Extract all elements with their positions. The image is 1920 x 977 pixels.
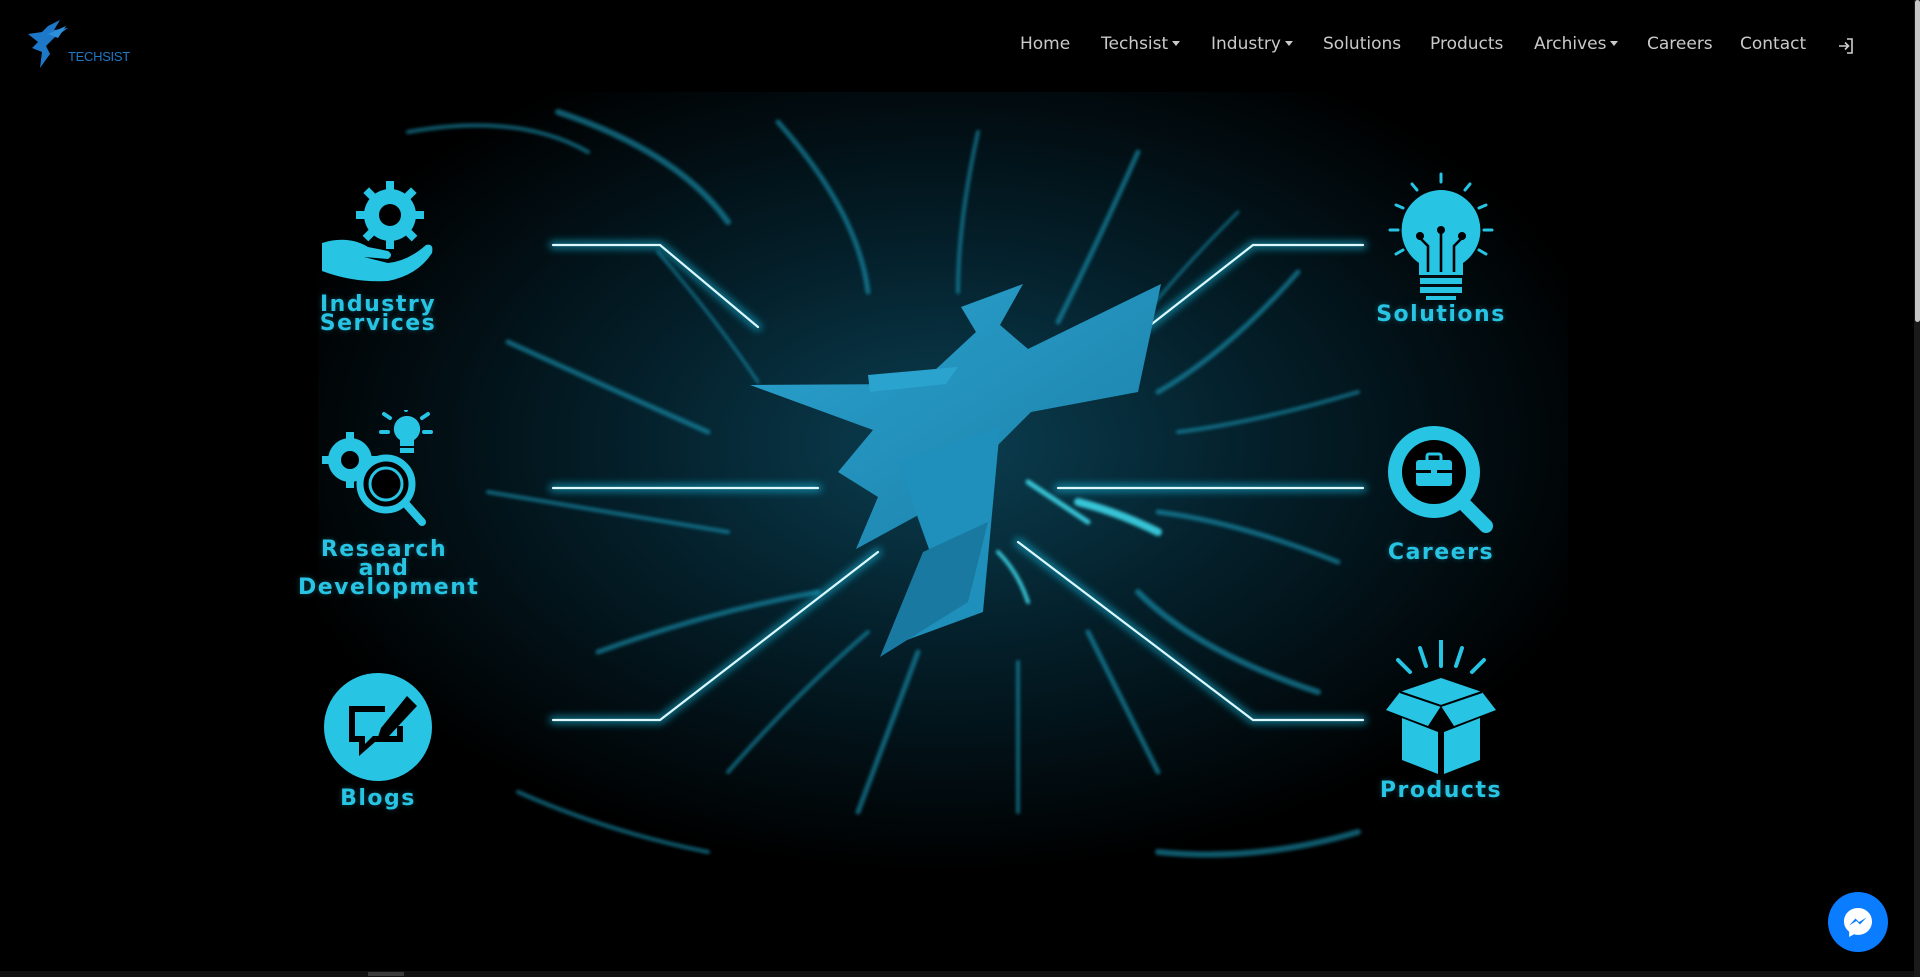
tile-blogs[interactable]: Blogs: [323, 672, 433, 832]
tile-label: Careers: [1387, 540, 1495, 565]
nav-contact[interactable]: Contact: [1740, 34, 1806, 54]
tile-research-development[interactable]: Research and Development: [298, 402, 478, 599]
nav-home[interactable]: Home: [1020, 34, 1070, 54]
tile-careers[interactable]: Careers: [1376, 422, 1506, 572]
nav-solutions[interactable]: Solutions: [1323, 34, 1401, 54]
tile-label: Industry Services: [319, 292, 437, 336]
hand-gear-icon: [322, 181, 433, 282]
tile-products[interactable]: Products: [1376, 638, 1506, 805]
caret-down-icon: [1610, 41, 1619, 46]
nav-techsist[interactable]: Techsist: [1101, 34, 1181, 54]
caret-down-icon: [1172, 41, 1181, 46]
caret-down-icon: [1284, 41, 1293, 46]
tile-label: Research and Development: [298, 537, 480, 600]
top-navbar: TECHSIST Home Techsist Industry Solution…: [0, 0, 1914, 92]
nav-careers[interactable]: Careers: [1647, 34, 1713, 54]
lightbulb-circuit-icon: [1388, 172, 1494, 300]
logo-bird-icon: [28, 20, 68, 68]
nav-industry[interactable]: Industry: [1211, 34, 1293, 54]
messenger-icon: [1844, 908, 1872, 937]
hero-graphic: Industry Services Research and Developme…: [258, 92, 1621, 872]
scrollbar-thumb[interactable]: [368, 972, 404, 976]
horizontal-scrollbar[interactable]: [0, 971, 1914, 977]
briefcase-search-icon: [1388, 426, 1493, 533]
edit-chat-icon: [324, 673, 432, 781]
vertical-scrollbar[interactable]: [1914, 0, 1920, 977]
tile-label: Products: [1379, 778, 1503, 803]
tile-industry-services[interactable]: Industry Services: [308, 175, 448, 345]
logo-text: TECHSIST: [68, 49, 130, 64]
scrollbar-thumb[interactable]: [1915, 0, 1920, 322]
nav-archives[interactable]: Archives: [1534, 34, 1619, 54]
messenger-chat-button[interactable]: [1828, 892, 1888, 952]
sign-in-icon[interactable]: [1836, 36, 1856, 56]
techsist-logo[interactable]: TECHSIST: [24, 16, 144, 74]
tile-solutions[interactable]: Solutions: [1376, 172, 1506, 342]
tile-label: Solutions: [1376, 302, 1506, 327]
open-box-icon: [1386, 638, 1496, 774]
tile-label: Blogs: [340, 786, 416, 811]
gear-magnifier-bulb-icon: [322, 402, 433, 526]
nav-products[interactable]: Products: [1430, 34, 1503, 54]
